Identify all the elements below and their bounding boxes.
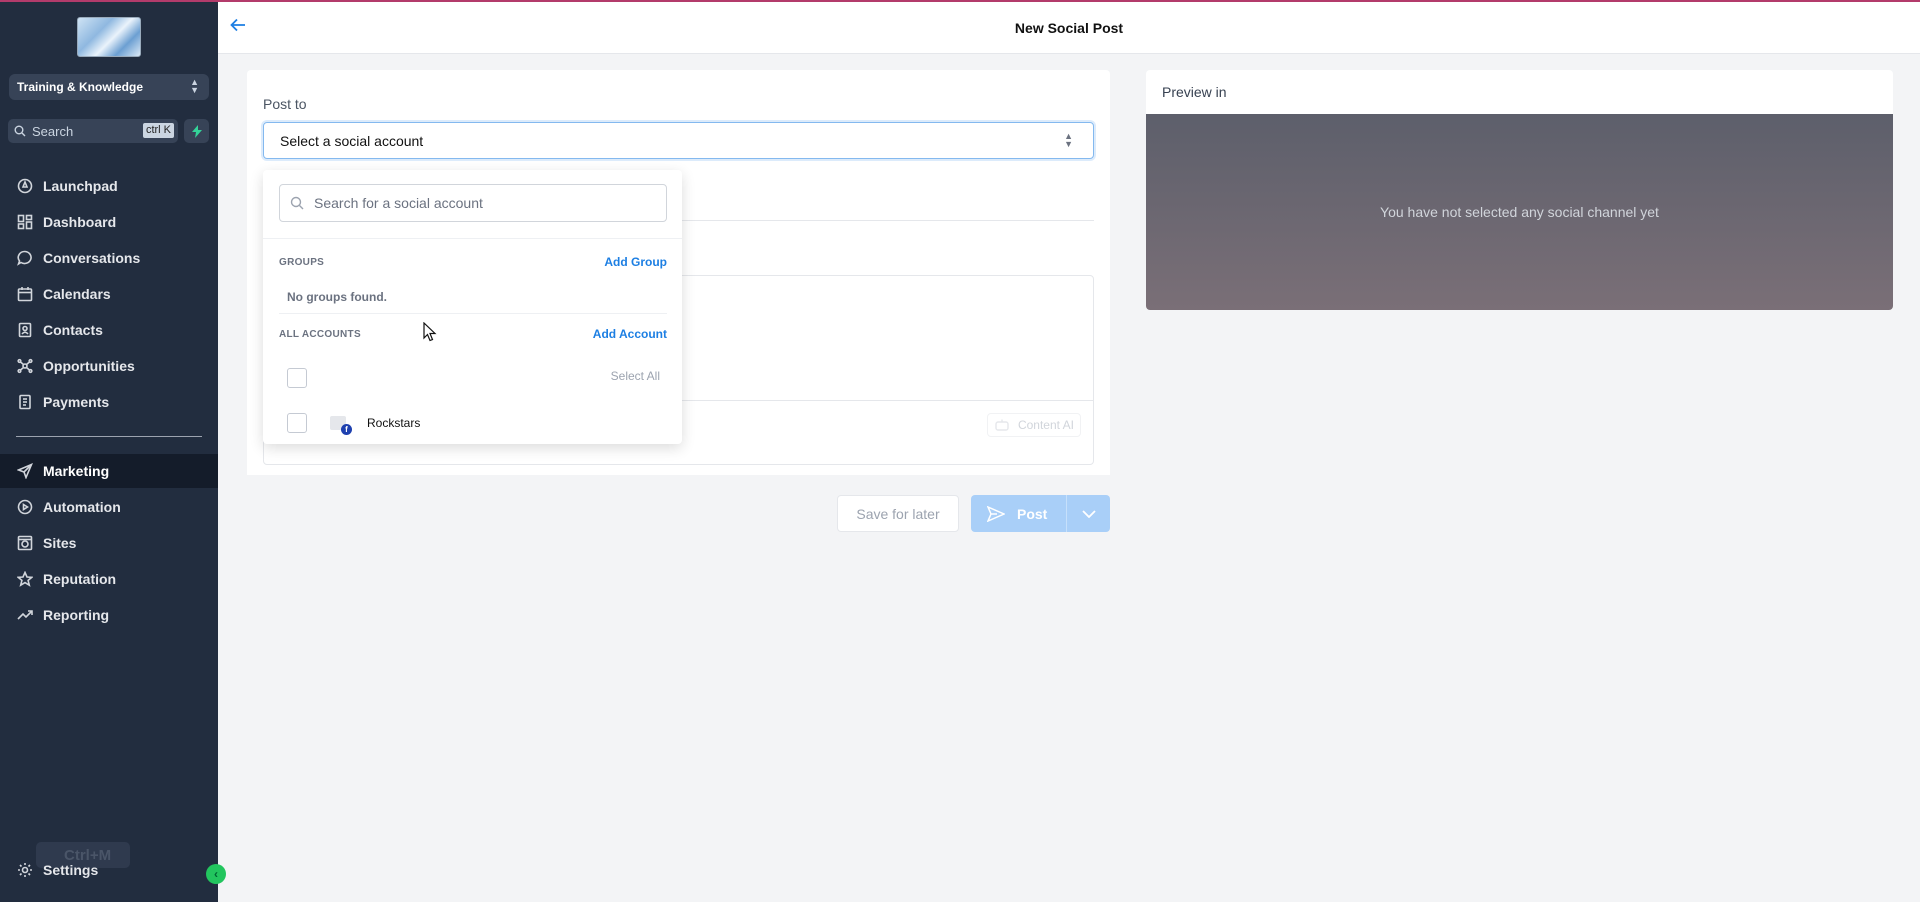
sidebar-divider <box>16 436 202 437</box>
globe-window-icon <box>17 535 33 551</box>
quick-actions-button[interactable] <box>184 119 209 143</box>
post-options-toggle[interactable] <box>1066 495 1110 532</box>
post-button[interactable]: Post <box>971 495 1110 532</box>
sidebar-item-automation[interactable]: Automation <box>0 490 218 524</box>
page-title: New Social Post <box>1014 20 1124 36</box>
paper-plane-icon <box>17 463 33 479</box>
company-logo[interactable] <box>77 17 141 57</box>
sidebar-item-label: Dashboard <box>43 214 117 230</box>
content-ai-label: Content AI <box>1017 418 1074 432</box>
contacts-book-icon <box>18 322 32 338</box>
receipt-icon <box>19 394 31 410</box>
sidebar-item-payments[interactable]: Payments <box>0 385 218 419</box>
account-avatar: f <box>330 414 354 436</box>
network-icon <box>17 358 33 374</box>
location-switcher[interactable]: Training & Knowledge ▲ ▼ <box>9 74 209 100</box>
account-search-placeholder: Search for a social account <box>314 195 483 211</box>
sidebar-item-label: Automation <box>43 499 121 515</box>
dropdown-divider <box>263 238 682 239</box>
accounts-section-title: ALL ACCOUNTS <box>279 329 361 340</box>
sidebar-item-label: Launchpad <box>43 178 118 194</box>
chevron-updown-icon: ▲ ▼ <box>190 77 199 95</box>
chevron-down-icon <box>1081 509 1096 518</box>
mouse-cursor-icon <box>423 322 437 342</box>
groups-section-title: GROUPS <box>279 257 325 268</box>
sidebar-item-contacts[interactable]: Contacts <box>0 313 218 347</box>
content-ai-button[interactable]: Content AI <box>986 413 1081 437</box>
sidebar-item-label: Marketing <box>43 463 110 479</box>
sidebar-search[interactable]: Search ctrl K <box>8 119 178 143</box>
search-shortcut-badge: ctrl K <box>142 123 174 138</box>
sidebar-item-reporting[interactable]: Reporting <box>0 598 218 632</box>
select-placeholder: Select a social account <box>280 132 424 149</box>
social-account-dropdown: Search for a social account GROUPS Add G… <box>263 170 682 444</box>
preview-label: Preview in <box>1162 84 1227 100</box>
chevron-updown-icon: ▲ ▼ <box>1064 131 1073 149</box>
search-icon <box>290 196 304 210</box>
gear-icon <box>18 863 32 877</box>
sidebar: Training & Knowledge ▲ ▼ Search ctrl K La… <box>0 0 226 902</box>
add-account-link[interactable]: Add Account <box>593 327 667 341</box>
sidebar-item-marketing[interactable]: Marketing <box>0 454 218 488</box>
facebook-icon: f <box>341 424 352 435</box>
sidebar-search-placeholder: Search <box>32 123 74 139</box>
sidebar-item-label: Conversations <box>43 250 141 266</box>
no-groups-message: No groups found. <box>287 290 387 304</box>
sidebar-item-label: Payments <box>43 394 110 410</box>
sidebar-item-label: Opportunities <box>43 358 135 374</box>
sidebar-item-label: Contacts <box>43 322 103 338</box>
sidebar-item-settings[interactable]: Settings <box>0 853 218 887</box>
chevron-left-icon: ‹ <box>214 867 218 881</box>
account-checkbox[interactable] <box>287 413 307 433</box>
post-to-label: Post to <box>263 96 307 112</box>
account-name[interactable]: Rockstars <box>367 416 420 430</box>
select-all-checkbox[interactable] <box>287 368 307 388</box>
trend-line-icon <box>17 610 33 620</box>
top-accent-line <box>0 0 1920 2</box>
preview-panel: Preview in You have not selected any soc… <box>1146 70 1893 310</box>
sidebar-item-label: Settings <box>43 862 99 878</box>
sidebar-item-label: Sites <box>43 535 77 551</box>
sidebar-item-opportunities[interactable]: Opportunities <box>0 349 218 383</box>
star-icon <box>17 571 33 587</box>
sidebar-item-reputation[interactable]: Reputation <box>0 562 218 596</box>
lightning-icon <box>191 124 202 138</box>
post-button-label: Post <box>1017 505 1048 522</box>
dashboard-icon <box>17 214 33 230</box>
sidebar-item-dashboard[interactable]: Dashboard <box>0 205 218 239</box>
sidebar-item-launchpad[interactable]: Launchpad <box>0 169 218 203</box>
send-icon <box>987 505 1005 522</box>
location-name: Training & Knowledge <box>17 80 144 94</box>
social-account-select[interactable]: Select a social account ▲ ▼ <box>263 122 1094 159</box>
preview-area: You have not selected any social channel… <box>1146 114 1893 310</box>
collapse-sidebar-button[interactable]: ‹ <box>206 864 226 884</box>
top-header: New Social Post <box>218 2 1920 54</box>
sidebar-item-label: Reputation <box>43 571 117 587</box>
dropdown-divider <box>279 313 667 314</box>
select-all-label[interactable]: Select All <box>611 369 660 383</box>
sidebar-item-calendars[interactable]: Calendars <box>0 277 218 311</box>
chat-bubble-icon <box>17 250 32 266</box>
save-for-later-button[interactable]: Save for later <box>837 495 959 532</box>
automation-icon <box>17 499 33 515</box>
sidebar-item-sites[interactable]: Sites <box>0 526 218 560</box>
account-search-input[interactable]: Search for a social account <box>279 184 667 222</box>
rocket-icon <box>17 178 33 194</box>
search-icon <box>14 125 26 137</box>
sidebar-item-conversations[interactable]: Conversations <box>0 241 218 275</box>
sidebar-item-label: Reporting <box>43 607 110 623</box>
robot-icon <box>995 419 1009 431</box>
preview-empty-message: You have not selected any social channel… <box>1380 204 1659 220</box>
calendar-icon <box>17 287 33 302</box>
sidebar-item-label: Calendars <box>43 286 111 302</box>
add-group-link[interactable]: Add Group <box>604 255 667 269</box>
